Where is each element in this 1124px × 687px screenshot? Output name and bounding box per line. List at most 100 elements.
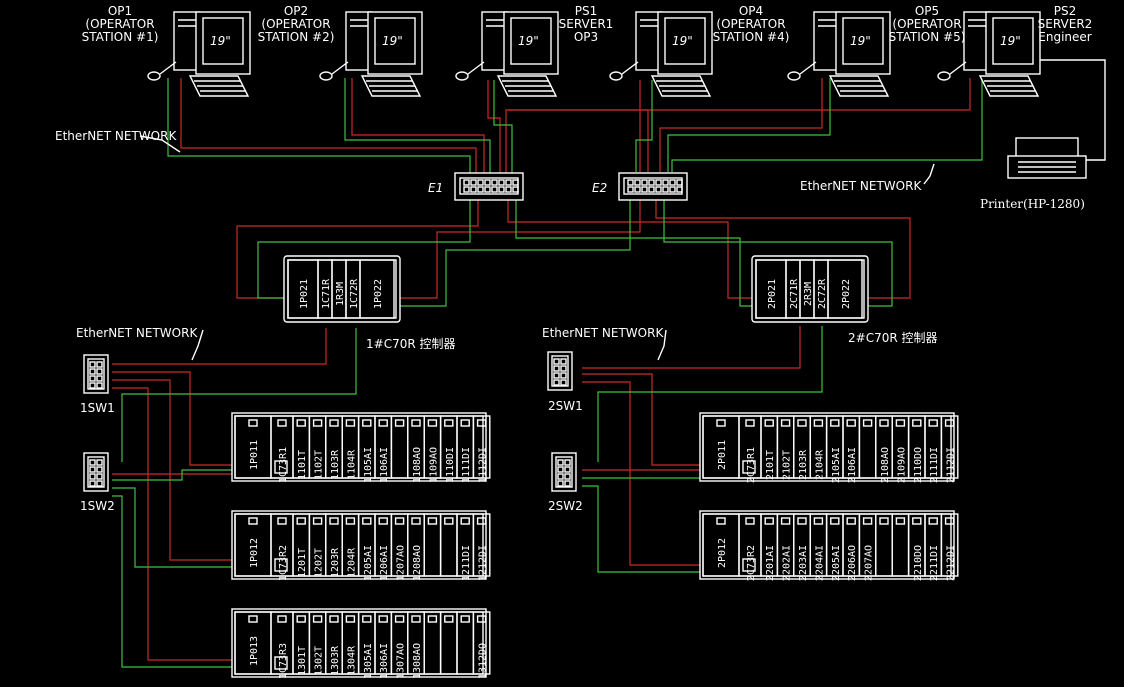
station-title-line: STATION #2) xyxy=(258,30,335,44)
rack-module-label: 1101T xyxy=(297,450,308,480)
mouse-icon xyxy=(455,71,469,81)
rack-module-label: 1302T xyxy=(314,646,325,676)
workstation: 19" OP5(OPERATORSTATION #5) xyxy=(787,4,966,97)
printer-label: Printer(HP-1280) xyxy=(980,197,1085,211)
network-label-right: EtherNET NETWORK xyxy=(542,326,664,340)
rack-module-label: 1204R xyxy=(346,547,357,578)
rack-module-label: 2106AI xyxy=(847,447,858,483)
screen-size-label: 19" xyxy=(672,34,693,48)
rack-module-label: 1208AO xyxy=(412,545,423,581)
rack-module-label: 1301T xyxy=(297,646,308,676)
module-label: 2P022 xyxy=(841,279,852,309)
rack-module-label: 2210DO xyxy=(913,545,924,581)
mouse-icon xyxy=(319,71,333,81)
rack-module-label: 1303R xyxy=(330,645,341,676)
io-rack: 1P011 1C73R1 1101T 1102T 1103R 1104R 1105AI 110… xyxy=(231,412,491,483)
station-title-line: OP1 xyxy=(108,4,132,18)
rack-module-label: 2202AI xyxy=(782,545,793,581)
station-title-line: (OPERATOR xyxy=(85,17,154,31)
network-switch: 1SW1 xyxy=(80,354,115,415)
rack-module-label: 1108AO xyxy=(412,447,423,483)
rack-module-label: 1P012 xyxy=(249,538,260,568)
network-label-left: EtherNET NETWORK xyxy=(76,326,198,340)
io-rack: 1P012 1C73R2 1201T 1202T 1203R 1204R 1205AI 120… xyxy=(231,510,491,581)
rack-module-label: 1104R xyxy=(346,449,357,480)
module-label: 2R3M xyxy=(803,282,814,306)
rack-module-label: 2206AO xyxy=(847,545,858,581)
module-label: 1C71R xyxy=(321,278,332,309)
switch-label: 2SW2 xyxy=(548,499,583,513)
rack-module-label: 1110DI xyxy=(445,447,456,483)
station-title-line: Engineer xyxy=(1038,30,1092,44)
switch-label: 1SW1 xyxy=(80,401,115,415)
module-label: 2P021 xyxy=(767,279,778,309)
workstation: 19" OP4(OPERATORSTATION #4) xyxy=(609,4,789,97)
rack-module-label: 2212DI xyxy=(946,545,957,581)
station-title-line: STATION #1) xyxy=(82,30,159,44)
workstation: 19" PS1SERVER1OP3 xyxy=(455,4,613,97)
rack-module-label: 1C73R3 xyxy=(278,643,289,679)
rack-module-label: 2105AI xyxy=(831,447,842,483)
rack-module-label: 1109AO xyxy=(428,447,439,483)
rack-module-label: 2203AI xyxy=(798,545,809,581)
io-racks: 1P011 1C73R1 1101T 1102T 1103R 1104R 1105AI 110… xyxy=(231,412,959,679)
rack-module-label: 2101T xyxy=(765,450,776,480)
io-rack: 1P013 1C73R3 1301T 1302T 1303R 1304R 1305AI 130… xyxy=(231,608,491,679)
rack-module-label: 2205AI xyxy=(831,545,842,581)
rack-module-label: 2110DO xyxy=(913,447,924,483)
operator-stations: 19"OP1(OPERATORSTATION #1) 19"OP2(OPERATO… xyxy=(82,4,1092,97)
network-label-top-right: EtherNET NETWORK xyxy=(800,179,922,193)
controller-label: 1#C70R 控制器 xyxy=(366,337,456,351)
module-label: 1P021 xyxy=(299,279,310,309)
rack-module-label: 1203R xyxy=(330,547,341,578)
screen-size-label: 19" xyxy=(382,34,403,48)
station-title-line: STATION #5) xyxy=(889,30,966,44)
module-label: 1R3M xyxy=(335,282,346,306)
rack-module-label: 1102T xyxy=(314,450,325,480)
network-label-top-left: EtherNET NETWORK xyxy=(55,129,177,143)
station-title-line: (OPERATOR xyxy=(716,17,785,31)
diagram-canvas: 19"OP1(OPERATORSTATION #1) 19"OP2(OPERATO… xyxy=(55,4,1106,679)
rack-module-label: 2P011 xyxy=(717,440,728,470)
rack-module-label: 1105AI xyxy=(363,447,374,483)
station-title-line: OP5 xyxy=(915,4,939,18)
mouse-icon xyxy=(787,71,801,81)
rack-module-label: 1212DI xyxy=(478,545,489,581)
station-title-line: OP2 xyxy=(284,4,308,18)
rack-module-label: 1211DI xyxy=(461,545,472,581)
station-title-line: PS1 xyxy=(575,4,598,18)
rack-module-label: 2111DI xyxy=(929,447,940,483)
controller-chassis: 1P021 1C71R 1R3M 1C72R 1P022 1#C70R 控制器 xyxy=(283,255,456,351)
rack-module-label: 1P011 xyxy=(249,440,260,470)
hub-e2-label: E2 xyxy=(592,181,607,195)
rack-module-label: 1112DI xyxy=(478,447,489,483)
controller-label: 2#C70R 控制器 xyxy=(848,331,938,345)
rack-module-label: 1207AO xyxy=(396,545,407,581)
network-switch: 2SW2 xyxy=(548,452,583,513)
rack-module-label: 1304R xyxy=(346,645,357,676)
network-diagram: 19" OP1 (OPERATOR STATION #1) 19" OP2 (OPERATO… xyxy=(0,0,1124,683)
rack-module-label: 1C73R1 xyxy=(278,447,289,483)
station-title-line: (OPERATOR xyxy=(261,17,330,31)
io-rack: 2P012 2C73R2 2201AI 2202AI 2203AI 2204AI 2205A… xyxy=(699,510,959,581)
rack-module-label: 1205AI xyxy=(363,545,374,581)
rack-module-label: 2109AO xyxy=(896,447,907,483)
rack-module-label: 2211DI xyxy=(929,545,940,581)
hub-e1: E1 xyxy=(428,172,524,201)
rack-module-label: 2104R xyxy=(814,449,825,480)
module-label: 1P022 xyxy=(373,279,384,309)
rack-module-label: 1P013 xyxy=(249,636,260,666)
leader-line xyxy=(923,163,935,185)
rack-module-label: 1206AI xyxy=(379,545,390,581)
rack-module-label: 1111DI xyxy=(461,447,472,483)
io-rack: 2P011 2C73R1 2101T 2102T 2103R 2104R 2105AI 210… xyxy=(699,412,959,483)
station-title-line: OP3 xyxy=(574,30,598,44)
rack-module-label: 2204AI xyxy=(814,545,825,581)
hub-e2: E2 xyxy=(592,172,688,201)
rack-module-label: 1308AO xyxy=(412,643,423,679)
screen-size-label: 19" xyxy=(518,34,539,48)
rack-module-label: 1306AI xyxy=(379,643,390,679)
module-label: 1C72R xyxy=(349,278,360,309)
rack-module-label: 2102T xyxy=(782,450,793,480)
screen-size-label: 19" xyxy=(210,34,231,48)
